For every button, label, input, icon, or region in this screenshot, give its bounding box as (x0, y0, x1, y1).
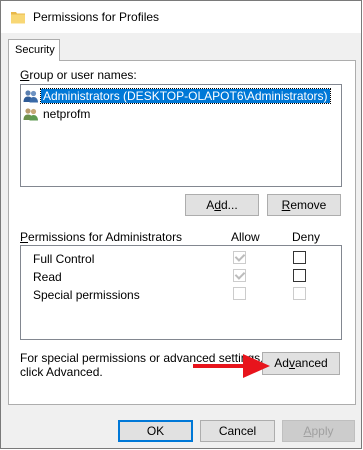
group-names-label: Group or user names: (20, 68, 137, 82)
allow-full-control-checkbox[interactable] (233, 251, 246, 264)
tab-security-label: Security (15, 44, 55, 56)
cancel-button[interactable]: Cancel (200, 420, 275, 442)
add-button[interactable]: Add... (185, 194, 259, 216)
permission-special: Special permissions (33, 288, 140, 302)
apply-button[interactable]: Apply (282, 420, 355, 442)
deny-read-checkbox[interactable] (293, 269, 306, 282)
ok-button[interactable]: OK (118, 420, 193, 442)
red-arrow-annotation (193, 354, 270, 378)
list-item-administrators[interactable]: Administrators (DESKTOP-OLAPOT6\Administ… (23, 87, 331, 104)
advanced-info-line2: click Advanced. (20, 365, 103, 379)
permissions-label: Permissions for Administrators (20, 230, 183, 244)
user-icon (23, 107, 38, 120)
list-item-label: Administrators (DESKTOP-OLAPOT6\Administ… (40, 87, 331, 104)
allow-read-checkbox[interactable] (233, 269, 246, 282)
permission-read: Read (33, 270, 62, 284)
permission-full-control: Full Control (33, 252, 95, 266)
deny-special-checkbox[interactable] (293, 287, 306, 300)
advanced-button[interactable]: Advanced (262, 352, 340, 375)
deny-full-control-checkbox[interactable] (293, 251, 306, 264)
deny-header: Deny (292, 230, 321, 244)
folder-icon (11, 12, 25, 24)
window-title: Permissions for Profiles (33, 10, 160, 24)
title-bar: Permissions for Profiles (1, 1, 361, 33)
allow-header: Allow (231, 230, 260, 244)
remove-button[interactable]: Remove (267, 194, 341, 216)
group-user-list[interactable]: Administrators (DESKTOP-OLAPOT6\Administ… (20, 84, 342, 187)
tab-security[interactable]: Security (8, 39, 60, 61)
allow-special-checkbox[interactable] (233, 287, 246, 300)
users-group-icon (23, 89, 38, 102)
list-item-netprofm[interactable]: netprofm (23, 105, 92, 122)
list-item-label: netprofm (43, 106, 91, 121)
permissions-list: Full Control Read Special permissions (20, 245, 342, 340)
